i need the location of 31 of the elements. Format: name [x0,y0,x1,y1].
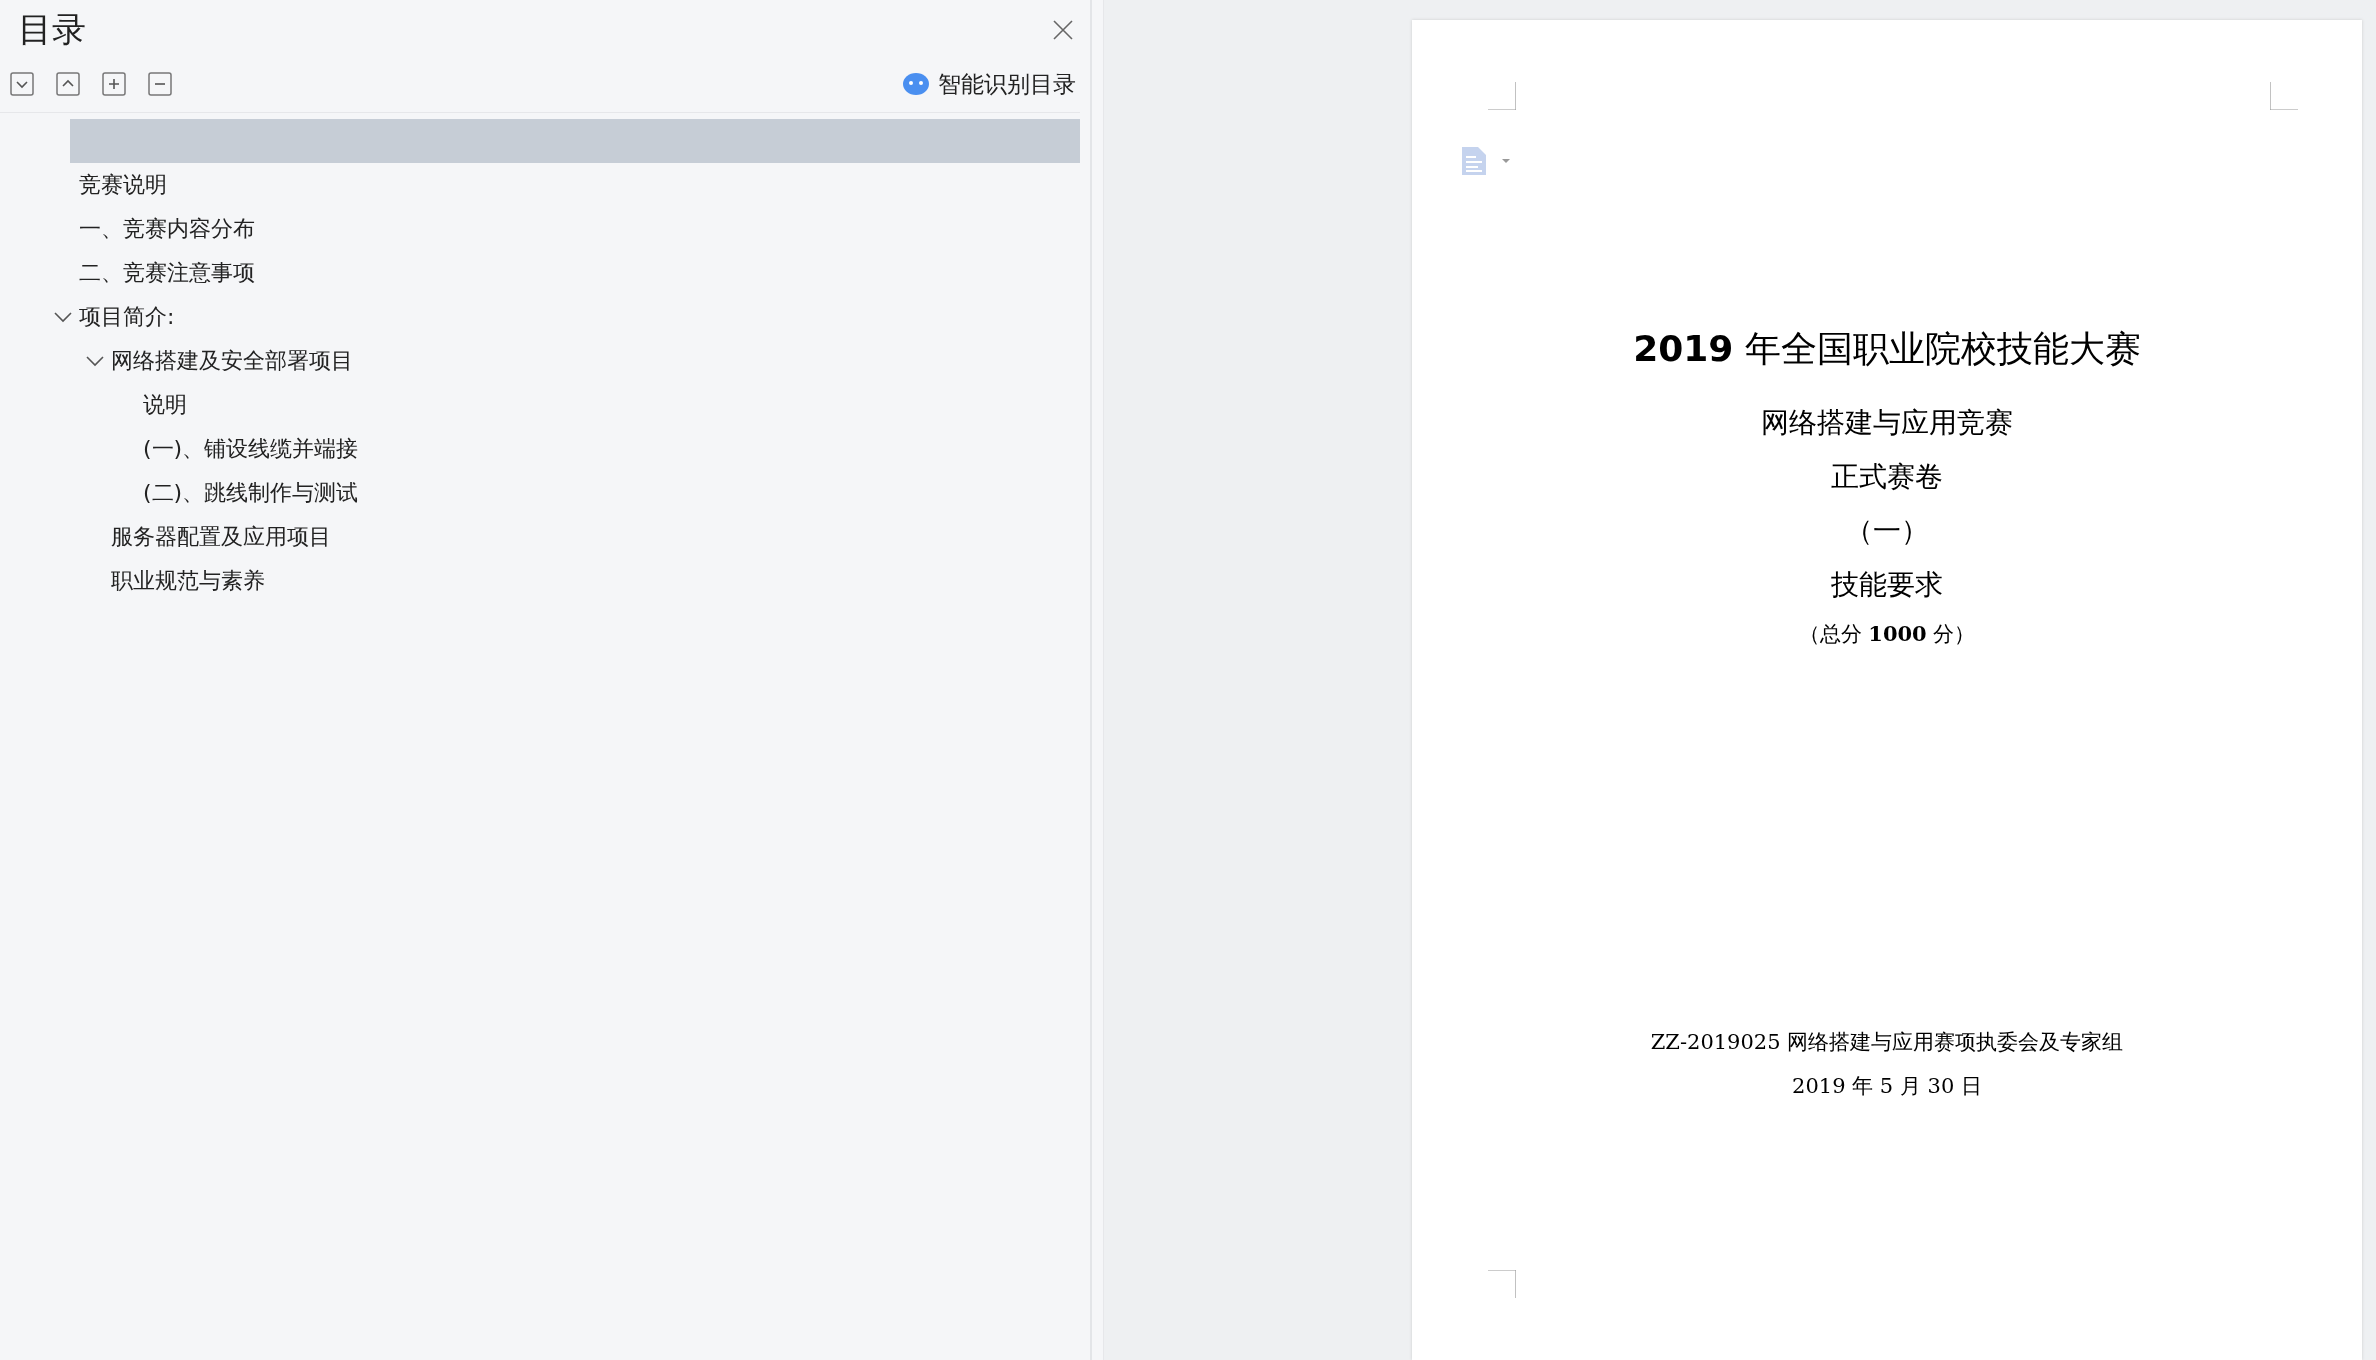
toc-item[interactable]: 一、竞赛内容分布 [79,214,255,244]
document-text: 2019 年 5 月 30 日 [1792,1073,1982,1100]
document-text: （一） [1845,513,1929,549]
toc-item[interactable]: 服务器配置及应用项目 [111,522,331,552]
chevron-icon[interactable] [85,355,105,367]
minus-icon[interactable] [148,72,172,96]
chevron-down-icon[interactable] [10,72,34,96]
document-text: ZZ-2019025 网络搭建与应用赛项执委会及专家组 [1650,1029,2124,1056]
toc-item[interactable]: 二、竞赛注意事项 [79,258,255,288]
robot-icon [902,72,930,96]
chevron-up-icon[interactable] [56,72,80,96]
document-text: 正式赛卷 [1831,459,1943,495]
smart-toc-button[interactable]: 智能识别目录 [902,68,1076,100]
close-icon[interactable] [1052,19,1074,41]
document-text: （总分 1000 分） [1798,620,1976,648]
corner-mark [1488,82,1516,110]
toc-item[interactable]: 网络搭建及安全部署项目 [111,346,353,376]
toc-item[interactable]: 竞赛说明 [79,170,167,200]
plus-icon[interactable] [102,72,126,96]
toc-item[interactable]: (二)、跳线制作与测试 [143,478,359,508]
toc-item[interactable]: 职业规范与素养 [111,566,265,596]
panel-title: 目录 [18,8,86,51]
document-text: 2019 年全国职业院校技能大赛 [1633,327,2141,371]
toc-item[interactable]: (一)、铺设线缆并端接 [143,434,359,464]
corner-mark [1488,1270,1516,1298]
corner-mark [2270,82,2298,110]
toc-item[interactable]: 项目简介: [79,302,175,332]
toc-item[interactable]: 说明 [143,390,187,420]
document-text: 技能要求 [1831,567,1943,603]
document-text: 网络搭建与应用竞赛 [1761,405,2013,441]
chevron-icon[interactable] [53,311,73,323]
